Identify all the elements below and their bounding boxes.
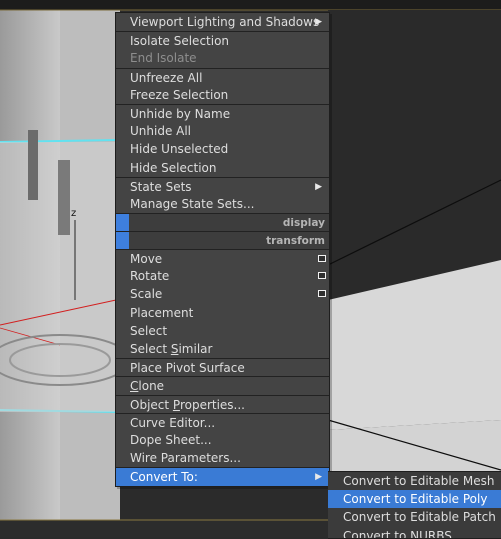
submenu-item-convert-editable-poly[interactable]: Convert to Editable Poly (328, 490, 501, 509)
submenu-arrow-icon: ▶ (315, 181, 322, 192)
submenu-arrow-icon: ▶ (315, 17, 322, 27)
menu-item-scale[interactable]: Scale (116, 285, 329, 303)
menu-item-rotate[interactable]: Rotate (116, 267, 329, 285)
menu-item-clone[interactable]: Clone (116, 376, 329, 394)
quad-color-swatch (116, 232, 129, 250)
options-box-icon[interactable] (318, 290, 326, 298)
menu-item-select-similar[interactable]: Select Similar (116, 340, 329, 358)
menu-item-isolate-selection[interactable]: Isolate Selection (116, 31, 329, 49)
menu-item-curve-editor[interactable]: Curve Editor... (116, 412, 329, 431)
menu-item-hide-selection[interactable]: Hide Selection (116, 159, 329, 177)
options-box-icon[interactable] (318, 272, 326, 280)
menu-item-unhide-all[interactable]: Unhide All (116, 122, 329, 140)
quad-header-transform: transform (116, 231, 329, 250)
menu-item-move[interactable]: Move (116, 249, 329, 267)
submenu-item-convert-nurbs[interactable]: Convert to NURBS (328, 527, 501, 538)
quad-color-swatch (116, 214, 129, 232)
menu-item-convert-to[interactable]: Convert To: ▶ (116, 467, 329, 486)
menu-item-manage-state-sets[interactable]: Manage State Sets... (116, 195, 329, 213)
menu-item-hide-unselected[interactable]: Hide Unselected (116, 140, 329, 158)
menu-item-state-sets[interactable]: State Sets ▶ (116, 176, 329, 195)
menu-item-place-pivot-surface[interactable]: Place Pivot Surface (116, 358, 329, 376)
axis-label-z: z (71, 208, 77, 219)
menu-item-unfreeze-all[interactable]: Unfreeze All (116, 67, 329, 86)
menu-item-dope-sheet[interactable]: Dope Sheet... (116, 431, 329, 449)
quad-menu: Viewport Lighting and Shadows ▶ Isolate S… (115, 12, 330, 487)
menu-item-viewport-lighting[interactable]: Viewport Lighting and Shadows ▶ (116, 13, 329, 31)
submenu-item-convert-editable-mesh[interactable]: Convert to Editable Mesh (328, 472, 501, 490)
menu-item-wire-parameters[interactable]: Wire Parameters... (116, 449, 329, 467)
options-box-icon[interactable] (318, 255, 326, 263)
menu-item-placement[interactable]: Placement (116, 304, 329, 322)
convert-to-submenu: Convert to Editable Mesh Convert to Edit… (328, 471, 501, 539)
menu-item-select[interactable]: Select (116, 322, 329, 340)
menu-item-unhide-by-name[interactable]: Unhide by Name (116, 103, 329, 122)
menu-item-freeze-selection[interactable]: Freeze Selection (116, 86, 329, 104)
menu-item-end-isolate: End Isolate (130, 51, 197, 66)
menu-item-object-properties[interactable]: Object Properties... (116, 394, 329, 413)
submenu-item-convert-editable-patch[interactable]: Convert to Editable Patch (328, 508, 501, 526)
submenu-arrow-icon: ▶ (315, 472, 322, 483)
quad-header-display: display (116, 213, 329, 232)
